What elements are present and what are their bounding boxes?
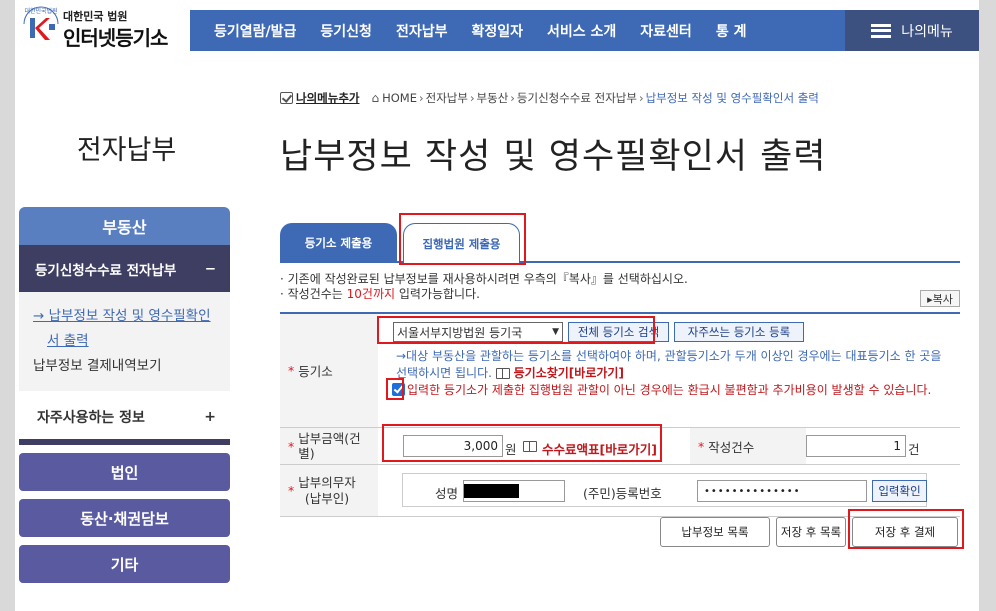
- payer-label-l2: (납부인): [304, 490, 350, 506]
- payer-label: * 납부의무자 (납부인): [280, 465, 378, 516]
- find-registry-link[interactable]: 등기소찾기[바로가기]: [514, 366, 624, 380]
- notes: · 기존에 작성완료된 납부정보를 재사용하시려면 우측의『복사』를 선택하십시…: [280, 272, 688, 302]
- highlight-box: [382, 424, 662, 462]
- note-text: · 작성건수는: [280, 287, 347, 301]
- sidebar-fav-label: 자주사용하는 정보: [37, 409, 145, 426]
- hamburger-icon: [871, 23, 892, 38]
- name-label: 성명: [435, 486, 459, 501]
- amount-label-text: 납부금액(건 별): [298, 431, 360, 461]
- payer-label-text: 납부의무자 (납부인): [298, 475, 356, 507]
- breadcrumb-separator: ›: [419, 91, 424, 105]
- my-menu-label: 나의메뉴: [901, 23, 953, 40]
- nav-item-fixed-date[interactable]: 확정일자: [459, 21, 535, 41]
- id-label: (주민)등록번호: [583, 486, 662, 501]
- top-nav: 등기열람/발급 등기신청 전자납부 확정일자 서비스 소개 자료센터 통 계: [190, 10, 845, 51]
- required-mark: *: [288, 438, 295, 454]
- nav-item-view-issue[interactable]: 등기열람/발급: [190, 21, 308, 41]
- registry-guide-text: →대상 부동산을 관할하는 등기소를 선택하여야 하며, 관할등기소가 두개 이…: [396, 349, 942, 380]
- tab-registry-submit[interactable]: 등기소 제출용: [280, 223, 397, 263]
- amount-label-l2: 별): [298, 446, 315, 461]
- registry-warning-text: 입력한 등기소가 제출한 집행법원 관할이 아닌 경우에는 환급시 불편함과 추…: [407, 383, 932, 397]
- site-logo[interactable]: 대한민국법원 대한민국 법원 인터넷등기소: [15, 0, 190, 52]
- sidebar-list: → 납부정보 작성 및 영수필확인 서 출력 납부정보 결제내역보기: [19, 292, 230, 391]
- required-mark: *: [698, 438, 705, 454]
- tab-bar: 등기소 제출용 집행법원 제출용: [280, 223, 960, 263]
- highlight-box: [848, 509, 964, 549]
- breadcrumb-separator: ›: [638, 91, 644, 105]
- court-seal-icon: 대한민국법원: [23, 6, 59, 40]
- note-text: 입력가능합니다.: [395, 287, 480, 301]
- home-icon: ⌂: [371, 91, 380, 105]
- sidebar-button-corporation[interactable]: 법인: [19, 453, 230, 491]
- logo-big-text: 인터넷등기소: [63, 26, 168, 50]
- registry-label: * 등기소: [280, 314, 378, 427]
- highlight-box: [399, 213, 526, 265]
- nav-item-service[interactable]: 서비스 소개: [535, 21, 628, 41]
- count-label-text: 작성건수: [708, 439, 755, 455]
- sidebar-item-write-receipt[interactable]: → 납부정보 작성 및 영수필확인 서 출력: [33, 304, 220, 354]
- payer-label-l1: 납부의무자: [298, 474, 356, 490]
- sidebar-sub-label: 등기신청수수료 전자납부: [35, 262, 177, 279]
- note-limit: 10건까지: [346, 287, 396, 301]
- my-menu-button[interactable]: 나의메뉴: [845, 10, 979, 51]
- id-input[interactable]: ••••••••••••••: [697, 480, 867, 502]
- save-list-button[interactable]: 저장 후 목록: [776, 517, 846, 547]
- nav-item-resources[interactable]: 자료센터: [628, 21, 704, 41]
- copy-button[interactable]: ▸복사: [920, 290, 960, 307]
- required-mark: *: [288, 363, 295, 378]
- registry-guide: →대상 부동산을 관할하는 등기소를 선택하여야 하며, 관할등기소가 두개 이…: [396, 348, 956, 382]
- count-unit: 건: [908, 442, 920, 457]
- note-line-1: · 기존에 작성완료된 납부정보를 재사용하시려면 우측의『복사』를 선택하십시…: [280, 272, 688, 286]
- breadcrumb: 나의메뉴추가 ⌂ HOME › 전자납부 › 부동산 › 등기신청수수료 전자납…: [280, 90, 819, 106]
- breadcrumb-fee-payment[interactable]: 등기신청수수료 전자납부: [517, 90, 637, 106]
- page-frame: 대한민국법원 대한민국 법원 인터넷등기소 등기열람/발급 등기신청 전자납부 …: [15, 0, 979, 611]
- sidebar-sub-fee-payment[interactable]: 등기신청수수료 전자납부 −: [19, 245, 230, 292]
- sidebar-item-payment-history[interactable]: 납부정보 결제내역보기: [33, 354, 220, 379]
- registry-label-text: 등기소: [298, 364, 333, 379]
- confirm-input-button[interactable]: 입력확인: [872, 480, 927, 502]
- breadcrumb-home[interactable]: HOME: [382, 91, 417, 105]
- add-my-menu-link[interactable]: 나의메뉴추가: [280, 90, 359, 106]
- breadcrumb-current: 납부정보 작성 및 영수필확인서 출력: [645, 91, 819, 105]
- section-title: 전자납부: [76, 135, 177, 166]
- count-input[interactable]: 1: [806, 435, 906, 457]
- sidebar-item-label: → 납부정보 작성 및 영수필확인: [33, 308, 211, 324]
- sidebar-button-movable-collateral[interactable]: 동산·채권담보: [19, 499, 230, 537]
- note-line-2: · 작성건수는 10건까지 입력가능합니다.: [280, 287, 688, 302]
- add-my-menu-label: 나의메뉴추가: [296, 91, 360, 105]
- register-fav-registry-button[interactable]: 자주쓰는 등기소 등록: [674, 322, 804, 342]
- breadcrumb-separator: ›: [510, 91, 515, 105]
- checkbox-icon: [280, 92, 293, 104]
- collapse-icon: −: [204, 260, 216, 277]
- svg-text:대한민국법원: 대한민국법원: [24, 7, 57, 15]
- expand-icon: +: [204, 408, 216, 425]
- amount-label: * 납부금액(건 별): [280, 428, 378, 464]
- nav-item-e-payment[interactable]: 전자납부: [384, 21, 460, 41]
- name-input[interactable]: [463, 480, 565, 502]
- registry-warning: 입력한 등기소가 제출한 집행법원 관할이 아닌 경우에는 환급시 불편함과 추…: [392, 382, 962, 399]
- payer-input-box: 성명 (주민)등록번호 •••••••••••••• 입력확인: [402, 473, 927, 507]
- sidebar-button-etc[interactable]: 기타: [19, 545, 230, 583]
- required-mark: *: [288, 482, 295, 498]
- sidebar: 부동산 등기신청수수료 전자납부 − → 납부정보 작성 및 영수필확인 서 출…: [19, 207, 230, 583]
- page-title: 납부정보 작성 및 영수필확인서 출력: [280, 137, 827, 177]
- redacted-name: [464, 484, 519, 498]
- sidebar-head-real-estate[interactable]: 부동산: [19, 207, 230, 245]
- nav-item-stats[interactable]: 통 계: [704, 21, 759, 41]
- sidebar-item-label: 서 출력: [47, 333, 89, 349]
- highlight-box: [377, 316, 655, 344]
- breadcrumb-real-estate[interactable]: 부동산: [477, 90, 509, 106]
- count-label: * 작성건수: [690, 428, 806, 464]
- book-icon: [495, 368, 510, 379]
- payment-list-button[interactable]: 납부정보 목록: [660, 517, 770, 547]
- breadcrumb-e-payment[interactable]: 전자납부: [426, 90, 468, 106]
- amount-label-l1: 납부금액(건: [298, 431, 361, 446]
- sidebar-favorite-info[interactable]: 자주사용하는 정보 +: [19, 394, 230, 445]
- highlight-box: [386, 378, 404, 400]
- breadcrumb-separator: ›: [469, 91, 475, 105]
- nav-item-apply[interactable]: 등기신청: [308, 21, 384, 41]
